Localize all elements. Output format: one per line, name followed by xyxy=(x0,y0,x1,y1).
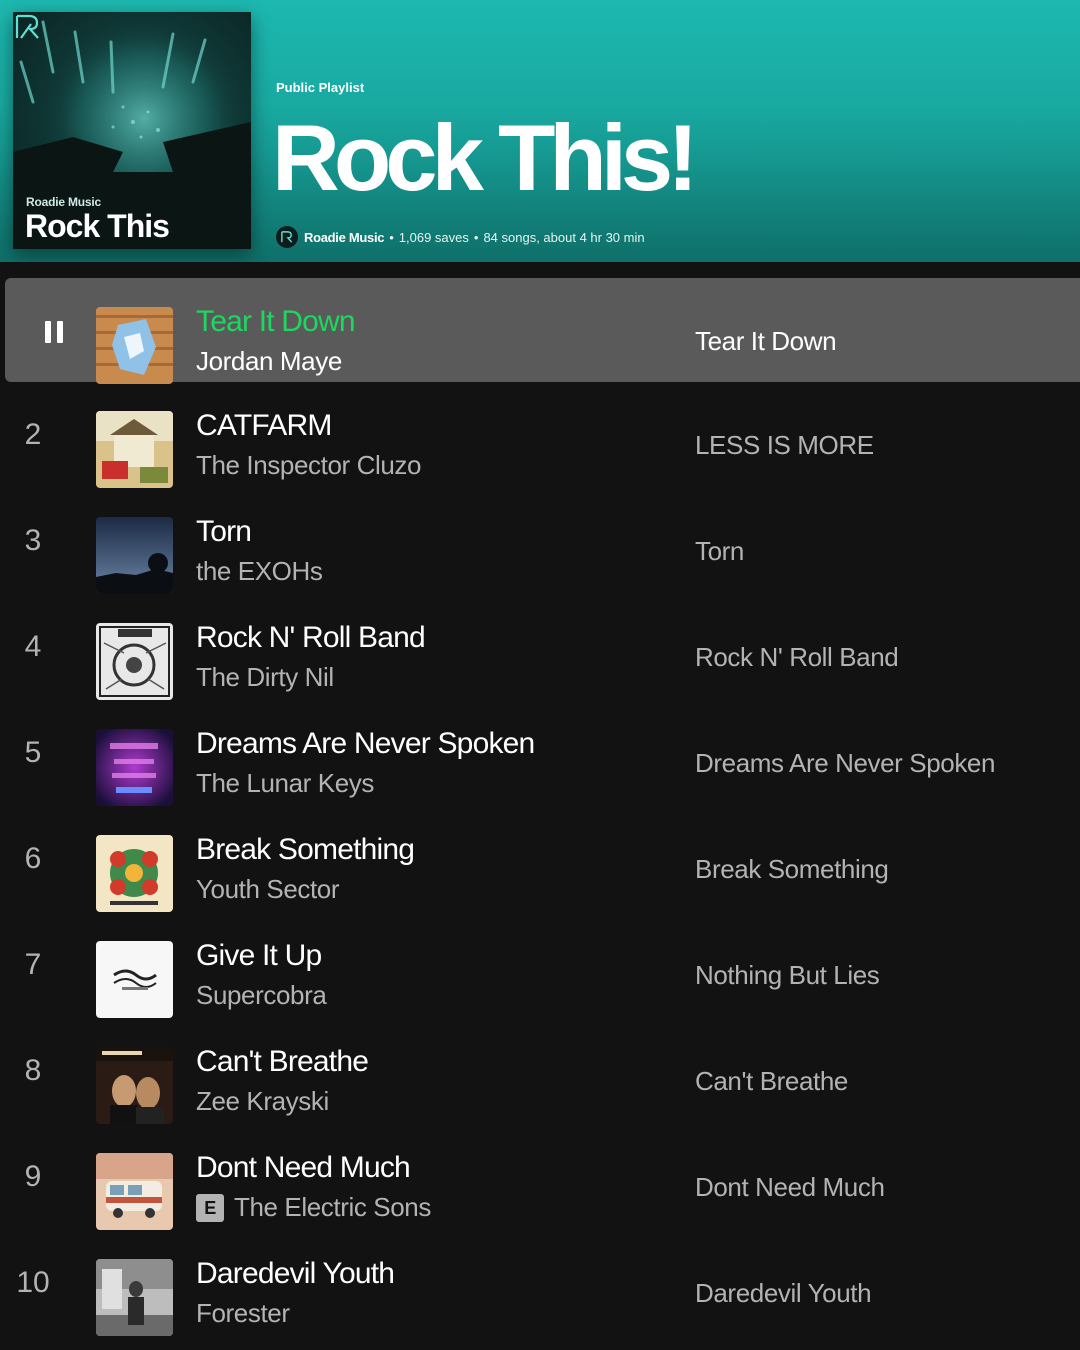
track-album[interactable]: Tear It Down xyxy=(695,278,837,384)
track-title[interactable]: Daredevil Youth xyxy=(196,1257,395,1291)
track-title[interactable]: Give It Up xyxy=(196,939,322,973)
track-title[interactable]: Can't Breathe xyxy=(196,1045,369,1079)
cover-title: Rock This xyxy=(25,208,170,244)
track-list: Tear It Down Jordan Maye Tear It Down 2 … xyxy=(0,262,1080,1350)
playlist-title: Rock This! xyxy=(272,105,699,210)
track-artist[interactable]: Zee Krayski xyxy=(196,1086,329,1117)
track-number: 3 xyxy=(24,524,42,557)
track-row[interactable]: Tear It Down Jordan Maye Tear It Down xyxy=(5,278,1080,384)
track-number: 8 xyxy=(24,1054,42,1087)
track-title[interactable]: Torn xyxy=(196,515,252,549)
album-art xyxy=(96,411,173,488)
track-album[interactable]: Daredevil Youth xyxy=(695,1230,872,1336)
album-art xyxy=(96,307,173,384)
track-row[interactable]: 5 Dreams Are Never Spoken The Lunar Keys… xyxy=(0,700,1080,806)
track-artist[interactable]: Forester xyxy=(196,1298,290,1329)
meta-separator: • xyxy=(389,229,394,245)
meta-separator: • xyxy=(473,229,479,245)
track-title[interactable]: CATFARM xyxy=(196,409,332,443)
saves-count: 1,069 saves xyxy=(398,229,469,245)
track-number: 6 xyxy=(24,842,42,875)
album-art xyxy=(96,1259,173,1336)
album-art xyxy=(96,517,173,594)
track-number: 2 xyxy=(24,418,42,451)
owner-link[interactable]: Roadie Music xyxy=(304,230,385,245)
playlist-page: Roadie Music Rock This Public Playlist R… xyxy=(0,0,1080,1350)
track-row[interactable]: 10 Daredevil Youth Forester Daredevil Yo… xyxy=(0,1230,1080,1336)
playlist-meta: Roadie Music • 1,069 saves • 84 songs, a… xyxy=(276,226,645,248)
album-art xyxy=(96,729,173,806)
track-row[interactable]: 3 Torn the EXOHs Torn xyxy=(0,488,1080,594)
album-art xyxy=(96,623,173,700)
track-album[interactable]: Break Something xyxy=(695,806,889,912)
album-art xyxy=(96,1047,173,1124)
track-artist[interactable]: The Inspector Cluzo xyxy=(196,450,421,481)
owner-avatar[interactable] xyxy=(276,226,298,248)
track-album[interactable]: Can't Breathe xyxy=(695,1018,848,1124)
track-number: 5 xyxy=(24,736,42,769)
track-title[interactable]: Dreams Are Never Spoken xyxy=(196,727,535,761)
track-number: 10 xyxy=(16,1266,50,1299)
track-title[interactable]: Dont Need Much xyxy=(196,1151,411,1185)
track-number: 9 xyxy=(24,1160,42,1193)
track-number: 4 xyxy=(24,630,42,663)
playlist-type-label: Public Playlist xyxy=(276,80,365,95)
track-row[interactable]: 6 Break Something Youth Sector Break Som… xyxy=(0,806,1080,912)
album-art xyxy=(96,835,173,912)
track-album[interactable]: Dont Need Much xyxy=(695,1124,885,1230)
playlist-header: Roadie Music Rock This Public Playlist R… xyxy=(0,0,1080,262)
track-artist[interactable]: Jordan Maye xyxy=(196,346,342,377)
track-album[interactable]: Dreams Are Never Spoken xyxy=(695,700,995,806)
album-art xyxy=(96,941,173,1018)
track-row[interactable]: 9 Dont Need Much E The Electric Sons Don… xyxy=(0,1124,1080,1230)
pause-icon[interactable] xyxy=(43,321,65,343)
track-album[interactable]: Rock N' Roll Band xyxy=(695,594,899,700)
track-row[interactable]: 7 Give It Up Supercobra Nothing But Lies xyxy=(0,912,1080,1018)
track-album[interactable]: LESS IS MORE xyxy=(695,382,874,488)
track-artist[interactable]: The Dirty Nil xyxy=(196,662,334,693)
roadie-logo-icon xyxy=(15,14,39,39)
track-artist[interactable]: E The Electric Sons xyxy=(196,1192,431,1223)
track-row[interactable]: 2 CATFARM The Inspector Cluzo LESS IS MO… xyxy=(0,382,1080,488)
track-title[interactable]: Break Something xyxy=(196,833,415,867)
track-row[interactable]: 4 Rock N' Roll Band The Dirty Nil Rock N… xyxy=(0,594,1080,700)
track-artist[interactable]: The Lunar Keys xyxy=(196,768,374,799)
roadie-logo-icon xyxy=(281,231,293,243)
track-number: 7 xyxy=(24,948,42,981)
explicit-badge: E xyxy=(196,1193,224,1222)
playlist-cover[interactable]: Roadie Music Rock This xyxy=(13,12,251,249)
track-title[interactable]: Rock N' Roll Band xyxy=(196,621,426,655)
track-album[interactable]: Nothing But Lies xyxy=(695,912,880,1018)
album-art xyxy=(96,1153,173,1230)
track-row[interactable]: 8 Can't Breathe Zee Krayski Can't Breath… xyxy=(0,1018,1080,1124)
track-artist[interactable]: the EXOHs xyxy=(196,556,323,587)
track-album[interactable]: Torn xyxy=(695,488,744,594)
playlist-stats: 84 songs, about 4 hr 30 min xyxy=(483,229,645,245)
track-artist[interactable]: Supercobra xyxy=(196,980,327,1011)
cover-brand: Roadie Music xyxy=(26,195,101,209)
track-artist[interactable]: Youth Sector xyxy=(196,874,340,905)
track-title[interactable]: Tear It Down xyxy=(196,305,356,339)
